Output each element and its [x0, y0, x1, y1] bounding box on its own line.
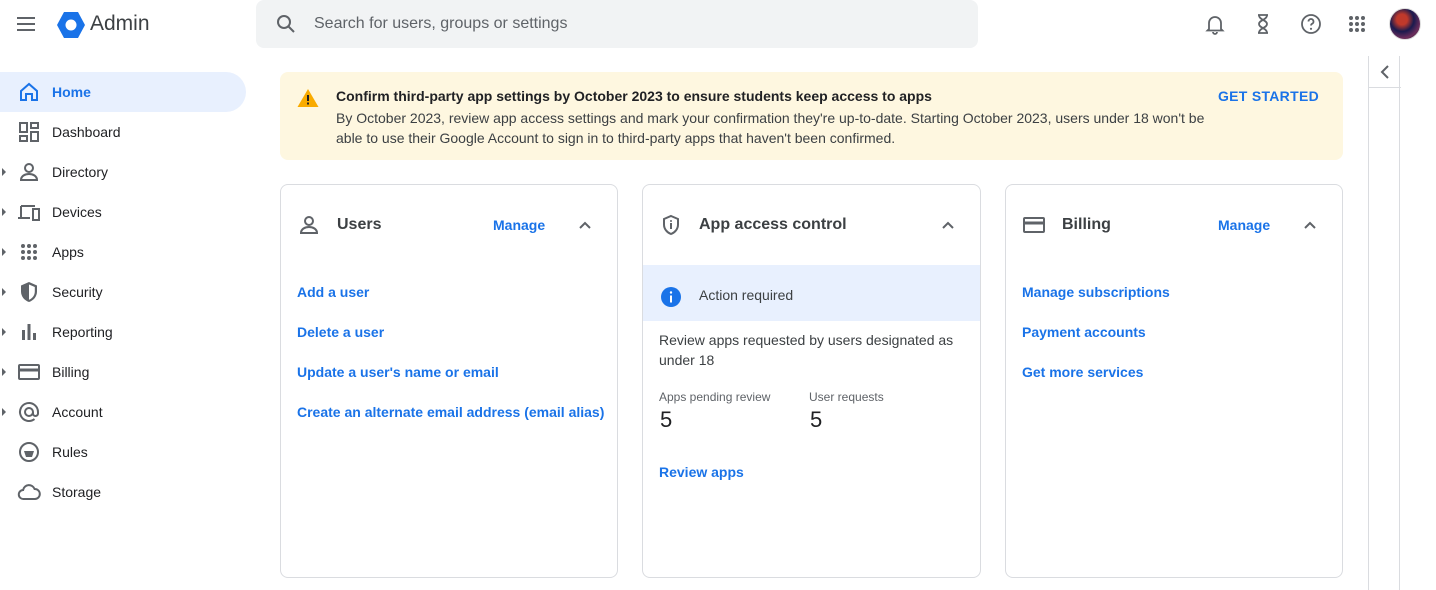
shield-icon [17, 280, 41, 304]
users-manage-link[interactable]: Manage [493, 217, 545, 233]
hourglass-icon[interactable] [1251, 12, 1275, 36]
warning-icon [296, 86, 320, 110]
expand-caret-icon[interactable] [2, 288, 6, 296]
search-icon[interactable] [274, 12, 298, 36]
user-requests-label: User requests [809, 390, 884, 404]
billing-manage-link[interactable]: Manage [1218, 217, 1270, 233]
add-user-link[interactable]: Add a user [297, 284, 369, 300]
sidebar-item-label: Home [52, 84, 91, 100]
card-title: Billing [1062, 216, 1111, 233]
expand-caret-icon[interactable] [2, 368, 6, 376]
sidebar-item-label: Devices [52, 204, 102, 220]
sidebar-item-home[interactable]: Home [0, 72, 246, 112]
sidebar-item-apps[interactable]: Apps [0, 232, 246, 272]
review-apps-link[interactable]: Review apps [659, 464, 744, 480]
search-input[interactable] [314, 12, 954, 36]
chevron-up-icon[interactable] [1298, 213, 1322, 237]
action-required-text: Action required [699, 287, 794, 303]
home-icon [17, 80, 41, 104]
sidebar-item-rules[interactable]: Rules [0, 432, 246, 472]
apps-grid-icon[interactable] [1345, 12, 1369, 36]
alert-banner: Confirm third-party app settings by Octo… [280, 72, 1343, 160]
sidebar-item-devices[interactable]: Devices [0, 192, 246, 232]
sidebar-item-label: Rules [52, 444, 88, 460]
expand-caret-icon[interactable] [2, 208, 6, 216]
sidebar-item-label: Reporting [52, 324, 113, 340]
chevron-left-icon[interactable] [1369, 56, 1401, 88]
expand-caret-icon[interactable] [2, 168, 6, 176]
bell-icon[interactable] [1203, 12, 1227, 36]
person-icon [17, 160, 41, 184]
avatar[interactable] [1389, 8, 1421, 40]
card-title: App access control [699, 216, 847, 233]
users-card: Users Manage Add a user Delete a user Up… [280, 184, 618, 578]
info-icon [659, 285, 683, 309]
update-user-name-link[interactable]: Update a user's name or email [297, 364, 499, 380]
sidebar-item-label: Apps [52, 244, 84, 260]
sidebar-item-directory[interactable]: Directory [0, 152, 246, 192]
sidebar-item-label: Directory [52, 164, 109, 180]
user-requests-value: 5 [810, 407, 823, 432]
manage-subscriptions-link[interactable]: Manage subscriptions [1022, 284, 1170, 300]
billing-card: Billing Manage Manage subscriptions Paym… [1005, 184, 1343, 578]
bar-chart-icon [17, 320, 41, 344]
credit-card-icon [17, 360, 41, 384]
side-panel [1368, 56, 1401, 590]
sidebar-item-billing[interactable]: Billing [0, 352, 246, 392]
help-icon[interactable] [1299, 12, 1323, 36]
rules-icon [17, 440, 41, 464]
app-access-control-card: App access control Action required Revie… [642, 184, 981, 578]
top-bar: Admin [0, 0, 1436, 48]
sidebar-item-dashboard[interactable]: Dashboard [0, 112, 246, 152]
expand-caret-icon[interactable] [2, 328, 6, 336]
admin-logo-icon [56, 11, 86, 39]
sidebar-item-label: Security [52, 284, 103, 300]
expand-caret-icon[interactable] [2, 248, 6, 256]
expand-caret-icon[interactable] [2, 408, 6, 416]
create-email-alias-link[interactable]: Create an alternate email address (email… [297, 404, 604, 420]
sidebar-item-label: Storage [52, 484, 102, 500]
app-access-description: Review apps requested by users designate… [659, 332, 954, 368]
card-title: Users [337, 216, 382, 233]
get-started-button[interactable]: GET STARTED [1218, 88, 1319, 104]
sidebar-item-label: Billing [52, 364, 90, 380]
search-bar[interactable] [256, 0, 978, 48]
get-more-services-link[interactable]: Get more services [1022, 364, 1143, 380]
person-icon [297, 213, 321, 237]
chevron-up-icon[interactable] [936, 213, 960, 237]
at-sign-icon [17, 400, 41, 424]
apps-pending-review-label: Apps pending review [659, 390, 771, 404]
cloud-icon [17, 480, 41, 504]
menu-icon[interactable] [14, 12, 38, 36]
sidebar-item-label: Dashboard [52, 124, 121, 140]
sidebar-item-security[interactable]: Security [0, 272, 246, 312]
delete-user-link[interactable]: Delete a user [297, 324, 384, 340]
dashboard-icon [17, 120, 41, 144]
sidebar: Home Dashboard Directory Devices Apps Se… [0, 72, 246, 512]
banner-title: Confirm third-party app settings by Octo… [336, 88, 932, 104]
sidebar-item-reporting[interactable]: Reporting [0, 312, 246, 352]
apps-grid-icon [17, 240, 41, 264]
banner-text: By October 2023, review app access setti… [336, 110, 1205, 146]
apps-pending-review-value: 5 [660, 407, 673, 432]
action-required-bar: Action required [643, 265, 980, 321]
sidebar-item-account[interactable]: Account [0, 392, 246, 432]
sidebar-item-storage[interactable]: Storage [0, 472, 246, 512]
chevron-up-icon[interactable] [573, 213, 597, 237]
sidebar-item-label: Account [52, 404, 103, 420]
devices-icon [17, 200, 41, 224]
payment-accounts-link[interactable]: Payment accounts [1022, 324, 1146, 340]
app-name: Admin [90, 12, 150, 35]
credit-card-icon [1022, 213, 1046, 237]
shield-outline-icon [659, 213, 683, 237]
